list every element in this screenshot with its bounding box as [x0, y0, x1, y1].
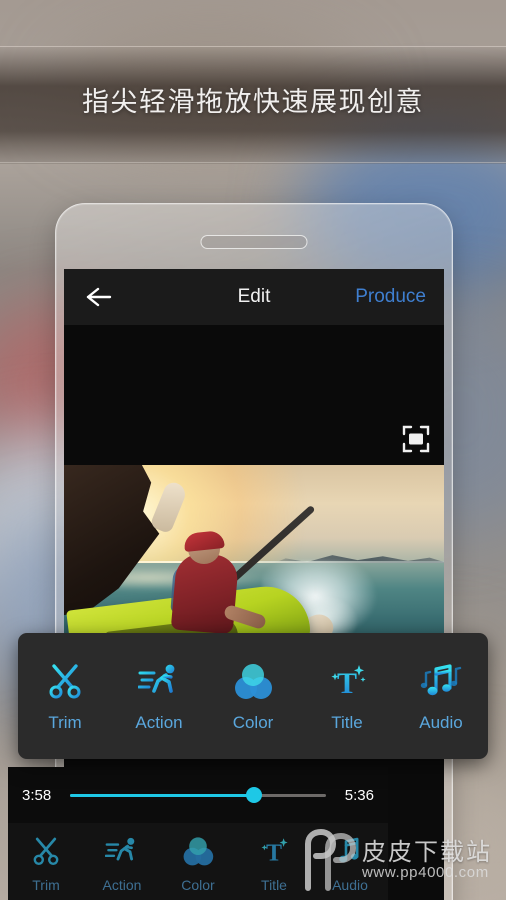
back-arrow-icon[interactable]	[84, 282, 114, 312]
text-sparkle-icon: T	[257, 833, 291, 869]
svg-text:T: T	[266, 841, 282, 867]
tool-label: Action	[102, 877, 142, 893]
bottom-tool-audio[interactable]: Audio	[315, 833, 385, 893]
scissors-icon	[45, 659, 85, 703]
produce-button[interactable]: Produce	[349, 282, 432, 312]
svg-text:T: T	[337, 667, 357, 700]
bottom-tool-trim[interactable]: Trim	[11, 833, 81, 893]
bottom-toolbar: Trim Action Color T Title Audio	[8, 823, 388, 900]
tool-label: Color	[232, 713, 274, 732]
tool-label: Title	[261, 877, 287, 893]
total-time-label: 5:36	[344, 786, 374, 804]
divider-top	[0, 46, 506, 47]
scissors-icon	[30, 833, 62, 869]
tool-label: Action	[135, 713, 183, 732]
tool-trim[interactable]: Trim	[23, 659, 107, 733]
tool-label: Color	[181, 877, 215, 893]
timeline-progress-fill	[70, 793, 255, 797]
tool-title[interactable]: T Title	[305, 659, 389, 733]
page-title: 指尖轻滑拖放快速展现创意	[82, 86, 424, 118]
runner-icon	[138, 659, 180, 703]
tool-label: Audio	[332, 877, 368, 893]
app-header: Edit Produce	[64, 269, 444, 325]
video-preview-area	[64, 325, 444, 465]
screenshot-stage: 指尖轻滑拖放快速展现创意 Edit Produce Trim Action Co…	[0, 0, 506, 900]
bottom-tool-title[interactable]: T Title	[239, 833, 309, 893]
phone-speaker-grille	[200, 235, 308, 249]
tool-action[interactable]: Action	[117, 659, 201, 733]
music-note-icon	[420, 659, 462, 703]
text-sparkle-icon: T	[326, 659, 368, 703]
divider-bottom	[0, 162, 506, 163]
tool-label: Title	[331, 713, 363, 732]
fullscreen-icon[interactable]	[402, 425, 430, 453]
tool-label: Audio	[419, 713, 463, 732]
bottom-tool-action[interactable]: Action	[87, 833, 157, 893]
tool-audio[interactable]: Audio	[399, 659, 483, 733]
bottom-tool-color[interactable]: Color	[163, 833, 233, 893]
three-circles-icon	[181, 833, 215, 869]
music-note-icon	[333, 833, 367, 869]
timeline-track[interactable]	[70, 787, 326, 803]
timeline-scrubber: 3:58 5:36	[8, 767, 388, 823]
tool-label: Trim	[32, 877, 60, 893]
timeline-thumb[interactable]	[246, 787, 263, 803]
current-time-label: 3:58	[22, 786, 52, 804]
tool-color[interactable]: Color	[211, 659, 295, 733]
three-circles-icon	[232, 659, 274, 703]
tool-panel: Trim Action Color T Title Audio	[18, 633, 488, 759]
runner-icon	[105, 833, 139, 869]
tool-label: Trim	[48, 713, 82, 732]
